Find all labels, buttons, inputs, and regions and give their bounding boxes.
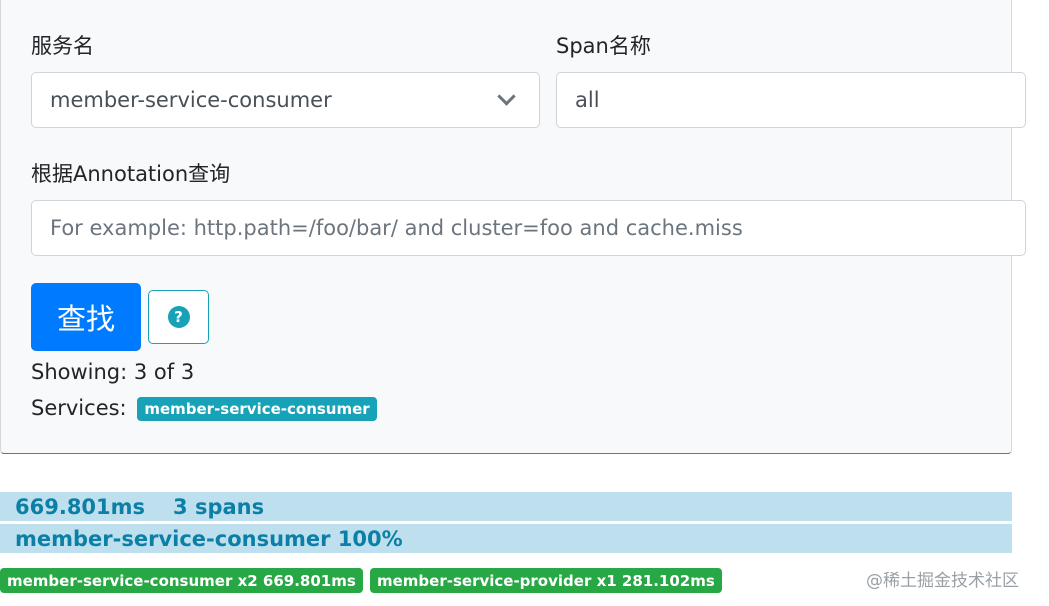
trace-service-percent: member-service-consumer 100% bbox=[15, 526, 403, 551]
chevron-down-icon bbox=[497, 87, 516, 106]
services-label: Services: bbox=[31, 396, 127, 420]
trace-summary-bar[interactable]: 669.801ms 3 spans bbox=[0, 492, 1012, 521]
service-badge: member-service-consumer bbox=[137, 397, 377, 421]
annotation-query-label: 根据Annotation查询 bbox=[31, 162, 231, 186]
trace-span-count: 3 spans bbox=[173, 494, 265, 519]
service-duration-badge: member-service-provider x1 281.102ms bbox=[370, 568, 722, 593]
trace-service-bar[interactable]: member-service-consumer 100% bbox=[0, 524, 1012, 553]
span-name-select[interactable]: all bbox=[556, 72, 1026, 128]
help-button[interactable]: ? bbox=[148, 290, 209, 344]
question-circle-icon: ? bbox=[167, 306, 190, 328]
search-button[interactable]: 查找 bbox=[31, 283, 141, 351]
service-duration-badge: member-service-consumer x2 669.801ms bbox=[0, 568, 363, 593]
service-name-label: 服务名 bbox=[31, 34, 94, 58]
service-name-value: member-service-consumer bbox=[50, 88, 332, 112]
annotation-query-input[interactable] bbox=[31, 200, 1026, 256]
search-panel: 服务名 member-service-consumer Span名称 all 根… bbox=[0, 0, 1026, 454]
watermark: @稀土掘金技术社区 bbox=[866, 571, 1019, 591]
showing-count: Showing: 3 of 3 bbox=[31, 360, 195, 384]
span-name-label: Span名称 bbox=[556, 34, 651, 58]
span-name-value: all bbox=[575, 88, 600, 112]
trace-duration: 669.801ms bbox=[15, 494, 146, 519]
service-name-select[interactable]: member-service-consumer bbox=[31, 72, 540, 128]
services-summary: Services: member-service-consumer bbox=[31, 396, 377, 421]
